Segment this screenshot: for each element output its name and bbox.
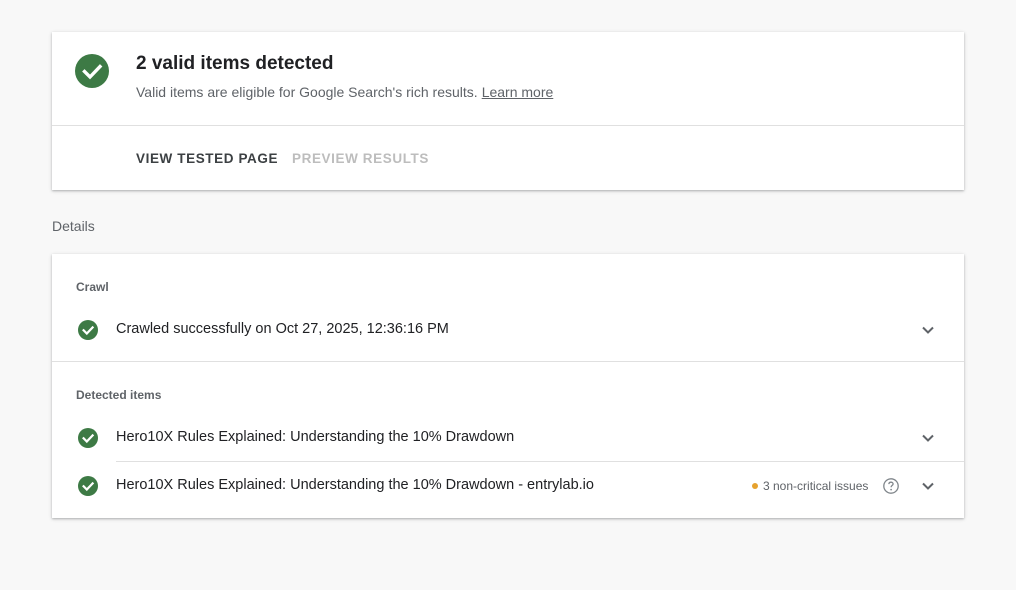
detected-item-row[interactable]: Hero10X Rules Explained: Understanding t…	[52, 462, 964, 510]
detected-items-section-label: Detected items	[76, 388, 162, 402]
view-tested-page-button[interactable]: VIEW TESTED PAGE	[136, 151, 278, 166]
summary-card: 2 valid items detected Valid items are e…	[52, 32, 964, 190]
crawl-status-row[interactable]: Crawled successfully on Oct 27, 2025, 12…	[52, 306, 964, 354]
page: 2 valid items detected Valid items are e…	[0, 0, 1016, 590]
summary-actions: VIEW TESTED PAGE PREVIEW RESULTS	[52, 126, 964, 190]
check-circle-icon	[78, 476, 98, 496]
chevron-down-icon[interactable]	[918, 320, 938, 340]
summary-title: 2 valid items detected	[136, 53, 334, 74]
learn-more-link[interactable]: Learn more	[482, 84, 554, 100]
preview-results-button: PREVIEW RESULTS	[292, 151, 430, 166]
details-heading: Details	[52, 218, 95, 234]
issues-badge: 3 non-critical issues	[752, 479, 868, 493]
warning-dot-icon	[752, 483, 758, 489]
check-circle-icon	[78, 320, 98, 340]
section-divider	[52, 361, 964, 362]
summary-header: 2 valid items detected Valid items are e…	[52, 32, 964, 126]
crawl-status-text: Crawled successfully on Oct 27, 2025, 12…	[116, 321, 449, 337]
details-card: Crawl Crawled successfully on Oct 27, 20…	[52, 254, 964, 518]
summary-subtitle-text: Valid items are eligible for Google Sear…	[136, 84, 478, 100]
summary-subtitle: Valid items are eligible for Google Sear…	[136, 84, 553, 100]
crawl-section-label: Crawl	[76, 280, 109, 294]
help-icon[interactable]	[882, 477, 900, 495]
detected-item-title: Hero10X Rules Explained: Understanding t…	[116, 429, 515, 445]
detected-item-row[interactable]: Hero10X Rules Explained: Understanding t…	[52, 414, 964, 462]
check-circle-icon	[78, 428, 98, 448]
detected-item-title: Hero10X Rules Explained: Understanding t…	[116, 477, 594, 493]
chevron-down-icon[interactable]	[918, 428, 938, 448]
chevron-down-icon[interactable]	[918, 476, 938, 496]
check-circle-icon	[75, 54, 109, 88]
issues-count-text: 3 non-critical issues	[763, 479, 869, 493]
